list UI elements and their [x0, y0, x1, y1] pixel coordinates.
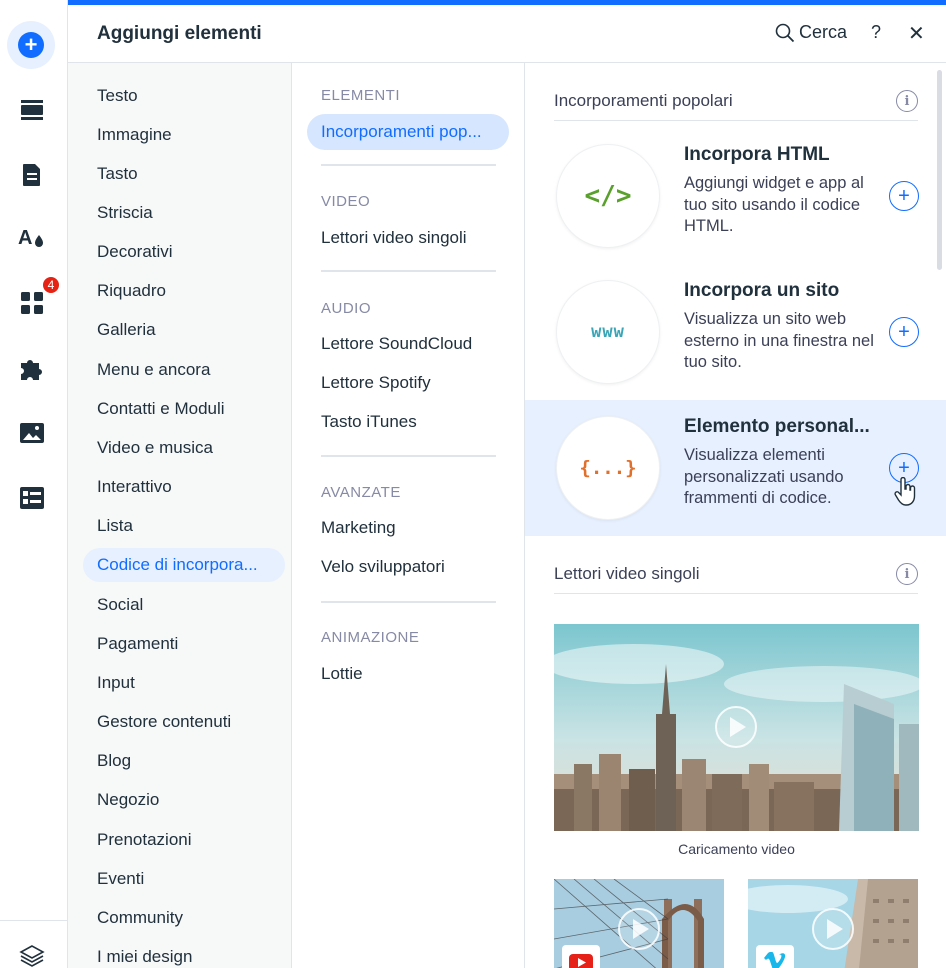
help-button[interactable]: ? — [871, 22, 881, 43]
video-thumbnail-vimeo[interactable] — [748, 879, 918, 968]
info-icon[interactable]: i — [896, 563, 918, 585]
section-title: Lettori video singoli — [554, 564, 700, 583]
close-button[interactable]: ✕ — [908, 21, 925, 46]
embed-card-html[interactable]: </> Incorpora HTML Aggiungi widget e app… — [525, 128, 946, 264]
rail-divider — [0, 920, 68, 921]
subcategory-item[interactable]: Lettori video singoli — [307, 220, 509, 256]
embed-card-site[interactable]: www Incorpora un sito Visualizza un sito… — [525, 264, 946, 400]
section-heading-video: VIDEO — [321, 193, 371, 210]
www-icon: www — [556, 280, 660, 384]
section-heading-avanzate: AVANZATE — [321, 484, 401, 501]
apps-notification-badge: 4 — [41, 275, 61, 295]
braces-icon: {...} — [556, 416, 660, 520]
subcategory-item-active[interactable]: Incorporamenti pop... — [307, 114, 509, 150]
info-icon[interactable]: i — [896, 90, 918, 112]
code-icon: </> — [556, 144, 660, 248]
category-item[interactable]: Riquadro — [83, 274, 285, 308]
video-thumbnail-upload[interactable] — [554, 624, 919, 831]
add-icon[interactable]: + — [889, 317, 919, 347]
category-item[interactable]: Interattivo — [83, 470, 285, 504]
category-item[interactable]: Galleria — [83, 313, 285, 347]
pages-icon[interactable] — [18, 161, 46, 189]
section-header-popular: Incorporamenti popolari i — [554, 63, 918, 121]
sections-icon[interactable] — [18, 96, 46, 124]
category-item[interactable]: I miei design — [83, 940, 285, 968]
search-label: Cerca — [799, 22, 848, 42]
category-item[interactable]: Testo — [83, 79, 285, 113]
category-item[interactable]: Lista — [83, 509, 285, 543]
section-heading-audio: AUDIO — [321, 300, 372, 317]
content-area: Incorporamenti popolari i </> Incorpora … — [525, 63, 946, 968]
cms-icon[interactable] — [18, 484, 46, 512]
subcategory-divider — [321, 270, 496, 272]
category-item-active[interactable]: Codice di incorpora... — [83, 548, 285, 582]
hand-cursor-icon — [894, 477, 916, 506]
city-skyline-image — [554, 624, 919, 831]
search-button[interactable]: Cerca — [775, 22, 847, 43]
section-heading-elementi: ELEMENTI — [321, 87, 401, 104]
subcategory-item[interactable]: Velo sviluppatori — [307, 549, 509, 585]
subcategory-divider — [321, 455, 496, 457]
subcategory-item[interactable]: Lettore Spotify — [307, 365, 509, 401]
left-rail: + A 4 — [0, 0, 68, 968]
layers-icon[interactable] — [18, 942, 46, 968]
embed-card-custom-element[interactable]: {...} Elemento personal... Visualizza el… — [525, 400, 946, 536]
add-elements-panel: Aggiungi elementi Cerca ? ✕ Testo Immagi… — [68, 0, 946, 968]
subcategory-item[interactable]: Lettore SoundCloud — [307, 326, 509, 362]
business-icon[interactable] — [18, 354, 46, 382]
category-item[interactable]: Blog — [83, 744, 285, 778]
category-item[interactable]: Community — [83, 901, 285, 935]
subcategory-divider — [321, 164, 496, 166]
content-scrollbar[interactable] — [937, 70, 942, 270]
category-item[interactable]: Pagamenti — [83, 627, 285, 661]
svg-text:A: A — [18, 227, 32, 249]
media-icon[interactable] — [18, 419, 46, 447]
card-title: Incorpora un sito — [684, 280, 840, 301]
subcategory-item[interactable]: Marketing — [307, 510, 509, 546]
category-item[interactable]: Negozio — [83, 783, 285, 817]
video-caption: Caricamento video — [678, 841, 795, 857]
subcategory-item[interactable]: Lottie — [307, 656, 509, 692]
card-description: Visualizza elementi personalizzati usand… — [684, 446, 844, 507]
category-item[interactable]: Gestore contenuti — [83, 705, 285, 739]
add-elements-button[interactable]: + — [7, 21, 55, 69]
card-description: Visualizza un sito web esterno in una fi… — [684, 310, 874, 371]
category-item[interactable]: Decorativi — [83, 235, 285, 269]
category-list: Testo Immagine Tasto Striscia Decorativi… — [68, 63, 292, 968]
plus-icon: + — [18, 32, 44, 58]
panel-title: Aggiungi elementi — [97, 23, 262, 44]
category-item[interactable]: Striscia — [83, 196, 285, 230]
category-item[interactable]: Immagine — [83, 118, 285, 152]
panel-header: Aggiungi elementi Cerca ? ✕ — [68, 5, 946, 63]
card-title: Elemento personal... — [684, 416, 870, 437]
subcategory-divider — [321, 601, 496, 603]
category-item[interactable]: Eventi — [83, 862, 285, 896]
vimeo-icon — [756, 945, 794, 968]
card-description: Aggiungi widget e app al tuo sito usando… — [684, 174, 864, 235]
add-icon[interactable]: + — [889, 181, 919, 211]
apps-icon[interactable] — [18, 289, 46, 317]
subcategory-list: ELEMENTI Incorporamenti pop... VIDEO Let… — [292, 63, 525, 968]
category-item[interactable]: Contatti e Moduli — [83, 392, 285, 426]
section-header-video: Lettori video singoli i — [554, 536, 918, 594]
category-item[interactable]: Input — [83, 666, 285, 700]
search-icon — [775, 23, 795, 42]
category-item[interactable]: Menu e ancora — [83, 353, 285, 387]
category-item[interactable]: Tasto — [83, 157, 285, 191]
section-title: Incorporamenti popolari — [554, 91, 733, 110]
category-item[interactable]: Video e musica — [83, 431, 285, 465]
youtube-icon — [562, 945, 600, 968]
video-thumbnail-youtube[interactable] — [554, 879, 724, 968]
section-heading-animazione: ANIMAZIONE — [321, 629, 420, 646]
card-title: Incorpora HTML — [684, 144, 830, 165]
design-icon[interactable]: A — [18, 224, 46, 252]
category-item[interactable]: Social — [83, 588, 285, 622]
category-item[interactable]: Prenotazioni — [83, 823, 285, 857]
subcategory-item[interactable]: Tasto iTunes — [307, 404, 509, 440]
